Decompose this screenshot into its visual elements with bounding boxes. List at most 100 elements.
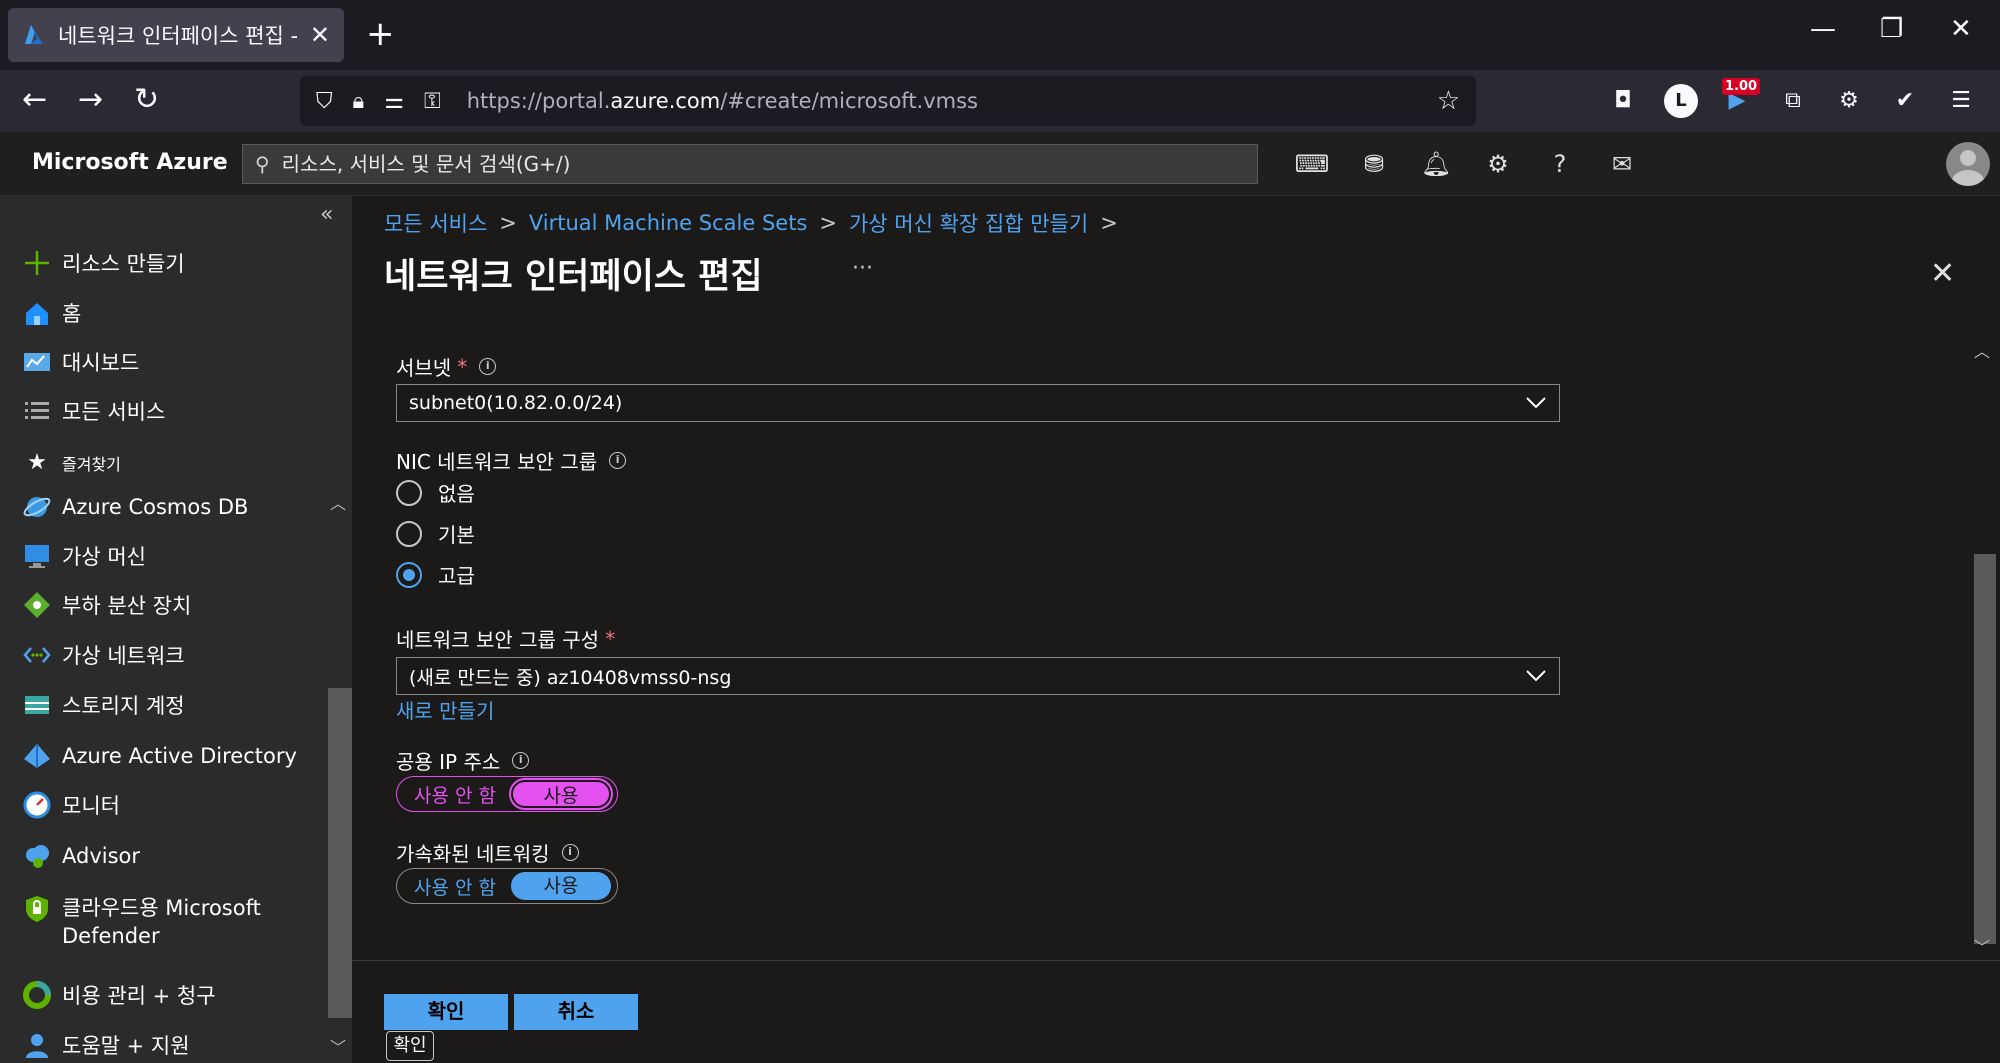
nic-nsg-label: NIC 네트워크 보안 그룹 i [396, 446, 627, 475]
radio-circle[interactable] [396, 520, 422, 547]
new-tab-icon[interactable]: + [366, 16, 395, 52]
address-bar[interactable]: ⛉ 🔒︎ ⚌ ⚿ https://portal.azure.com/#creat… [300, 76, 1476, 126]
nsg-config-value: (새로 만드는 중) az10408vmss0-nsg [409, 666, 732, 689]
global-search[interactable]: ⚲ [242, 144, 1258, 184]
info-icon[interactable]: i [512, 752, 530, 769]
breadcrumb-vmss[interactable]: Virtual Machine Scale Sets [529, 211, 807, 235]
chevron-down-icon [1526, 397, 1546, 409]
tab-title: 네트워크 인터페이스 편집 - Mi [58, 24, 302, 48]
pocket-icon[interactable]: ◘ [1606, 84, 1640, 118]
scroll-down-icon[interactable]: ﹀ [330, 1034, 346, 1058]
sidebar-item-dashboard[interactable]: 대시보드 [22, 347, 139, 377]
tab-close-icon[interactable]: ✕ [310, 21, 330, 49]
menu-icon[interactable]: ☰ [1944, 84, 1978, 118]
accel-networking-toggle[interactable]: 사용 안 함 사용 [396, 868, 618, 904]
window-restore-icon[interactable]: ❐ [1880, 14, 1903, 44]
feedback-icon[interactable]: ✉ [1604, 146, 1640, 182]
nic-radio-none[interactable]: 없음 [396, 478, 475, 507]
ok-tooltip: 확인 [386, 1031, 434, 1061]
directory-filter-icon[interactable]: ⛃ [1356, 146, 1392, 182]
chevron-right-icon: > [1100, 211, 1118, 235]
window-close-icon[interactable]: ✕ [1950, 14, 1972, 44]
bookmark-star-icon[interactable]: ☆ [1437, 86, 1460, 116]
extension-check-icon[interactable]: ✔ [1888, 84, 1922, 118]
nsg-config-dropdown[interactable]: (새로 만드는 중) az10408vmss0-nsg [396, 657, 1560, 695]
required-asterisk: * [457, 354, 468, 379]
screenshot-icon[interactable]: ⧉ [1776, 84, 1810, 118]
sidebar-item-create[interactable]: 리소스 만들기 [22, 248, 185, 278]
scroll-up-icon[interactable]: ︿ [330, 490, 346, 514]
search-input[interactable] [281, 152, 1182, 176]
close-icon[interactable]: ✕ [1930, 256, 1955, 291]
sidebar-item-defender[interactable]: 클라우드용 Microsoft Defender [22, 894, 261, 950]
back-icon[interactable]: ← [22, 82, 47, 118]
virtual-network-icon [22, 640, 52, 670]
shield-icon[interactable]: ⛉ [316, 89, 333, 114]
accel-on-option[interactable]: 사용 [511, 872, 611, 900]
avatar[interactable] [1946, 142, 1990, 186]
settings-gear-icon[interactable]: ⚙ [1480, 146, 1516, 182]
create-new-link[interactable]: 새로 만들기 [396, 695, 494, 724]
subnet-label: 서브넷 * i [396, 352, 497, 381]
sidebar-item-home[interactable]: 홈 [22, 298, 81, 328]
breadcrumb-create-vmss[interactable]: 가상 머신 확장 집합 만들기 [849, 208, 1088, 238]
sidebar-scroll-thumb[interactable] [328, 688, 352, 1018]
window-minimize-icon[interactable]: — [1810, 14, 1836, 44]
public-ip-toggle[interactable]: 사용 안 함 사용 [396, 776, 618, 812]
reload-icon[interactable]: ↻ [134, 82, 159, 118]
cancel-button[interactable]: 취소 [514, 994, 638, 1030]
extension-gear-icon[interactable]: ⚙ [1832, 84, 1866, 118]
lock-icon[interactable]: 🔒︎ [353, 89, 365, 114]
content-scroll-thumb[interactable] [1974, 554, 1996, 944]
radio-circle-selected[interactable] [396, 561, 422, 588]
sidebar-item-all-services[interactable]: 모든 서비스 [22, 396, 165, 426]
scroll-down-icon[interactable]: ﹀ [1974, 934, 1990, 958]
permissions-icon[interactable]: ⚌ [384, 89, 404, 114]
chevron-down-icon [1526, 670, 1546, 682]
page-title: 네트워크 인터페이스 편집 [384, 257, 763, 297]
sidebar-item-cosmos-db[interactable]: Azure Cosmos DB [22, 492, 248, 522]
sidebar-item-aad[interactable]: Azure Active Directory [22, 741, 297, 771]
collapse-sidebar-icon[interactable]: « [320, 202, 333, 227]
public-ip-on-option[interactable]: 사용 [509, 778, 613, 810]
radio-circle[interactable] [396, 479, 422, 506]
sidebar-item-vnet[interactable]: 가상 네트워크 [22, 640, 185, 670]
profile-l-icon[interactable]: L [1664, 84, 1698, 118]
breadcrumb-all-services[interactable]: 모든 서비스 [384, 208, 487, 238]
subnet-dropdown[interactable]: subnet0(10.82.0.0/24) [396, 384, 1560, 422]
public-ip-label: 공용 IP 주소 i [396, 746, 530, 775]
load-balancer-icon [22, 590, 52, 620]
chevron-right-icon: > [819, 211, 837, 235]
browser-tab-bar: 네트워크 인터페이스 편집 - Mi ✕ + — ❐ ✕ [0, 0, 2000, 70]
sidebar-item-help[interactable]: 도움말 + 지원 [22, 1030, 190, 1060]
sidebar-item-load-balancer[interactable]: 부하 분산 장치 [22, 590, 191, 620]
sidebar-item-storage[interactable]: 스토리지 계정 [22, 690, 185, 720]
sidebar-item-vm[interactable]: 가상 머신 [22, 541, 146, 571]
browser-tab[interactable]: 네트워크 인터페이스 편집 - Mi ✕ [8, 8, 344, 62]
ok-button[interactable]: 확인 [384, 994, 508, 1030]
notifications-bell-icon[interactable]: 🔔︎ [1418, 146, 1454, 182]
scroll-up-icon[interactable]: ︿ [1974, 338, 1990, 362]
more-options-icon[interactable]: ··· [852, 256, 873, 281]
url-text[interactable]: https://portal.azure.com/#create/microso… [467, 89, 978, 113]
cost-management-icon [22, 980, 52, 1010]
public-ip-off-option[interactable]: 사용 안 함 [399, 781, 511, 808]
nic-radio-advanced[interactable]: 고급 [396, 560, 475, 589]
sidebar-item-advisor[interactable]: Advisor [22, 841, 140, 871]
home-icon [22, 298, 52, 328]
azure-brand[interactable]: Microsoft Azure [32, 150, 228, 175]
info-icon[interactable]: i [561, 844, 579, 861]
advisor-cloud-icon [22, 841, 52, 871]
help-icon[interactable]: ? [1542, 146, 1578, 182]
sidebar-item-cost[interactable]: 비용 관리 + 청구 [22, 980, 216, 1010]
accel-off-option[interactable]: 사용 안 함 [399, 873, 511, 900]
list-icon [22, 396, 52, 426]
key-icon[interactable]: ⚿ [424, 89, 441, 114]
nic-radio-basic[interactable]: 기본 [396, 519, 475, 548]
required-asterisk: * [605, 626, 616, 651]
forward-icon[interactable]: → [78, 82, 103, 118]
cloud-shell-icon[interactable]: ⌨ [1294, 146, 1330, 182]
info-icon[interactable]: i [479, 358, 497, 375]
sidebar-item-monitor[interactable]: 모니터 [22, 790, 120, 820]
info-icon[interactable]: i [609, 452, 627, 469]
